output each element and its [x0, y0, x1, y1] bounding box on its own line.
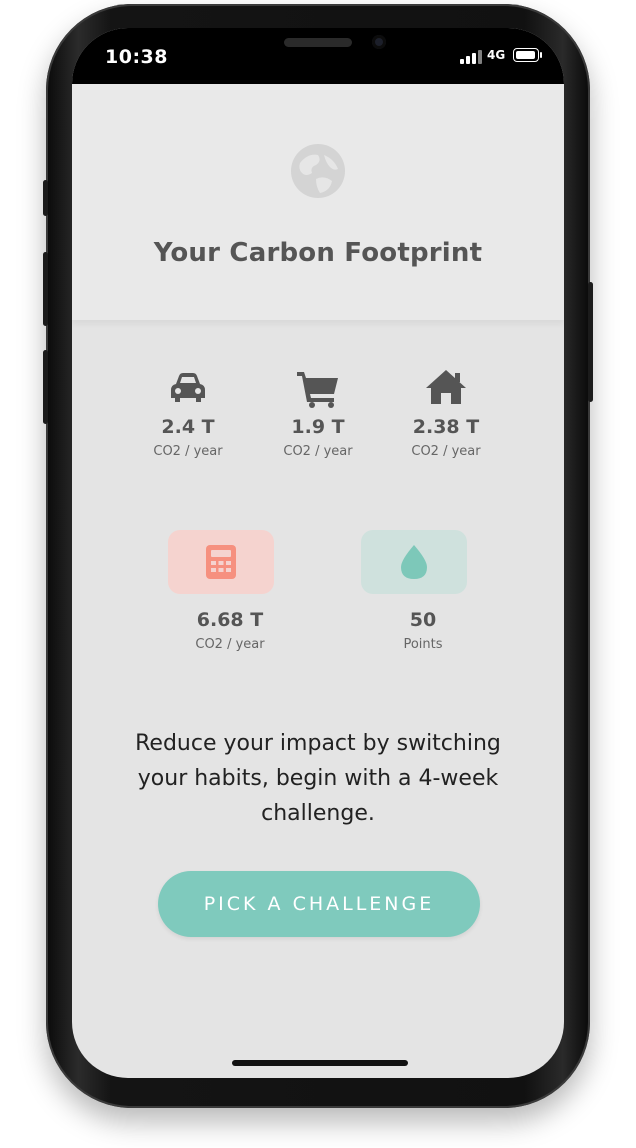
- stat-value: 2.38 T: [412, 416, 480, 438]
- total-points: 50 Points: [348, 609, 498, 652]
- globe-icon: [291, 144, 345, 198]
- total-unit: Points: [403, 637, 443, 652]
- water-drop-icon: [401, 545, 427, 579]
- stat-value: 2.4 T: [161, 416, 215, 438]
- home-icon: [426, 370, 466, 404]
- stat-value: 1.9 T: [291, 416, 345, 438]
- front-camera: [372, 35, 386, 49]
- stat-unit: CO2 / year: [153, 444, 223, 459]
- cart-icon: [297, 372, 338, 408]
- volume-up-button: [43, 252, 48, 326]
- earpiece-speaker: [284, 38, 352, 47]
- home-indicator[interactable]: [232, 1060, 408, 1066]
- total-value: 50: [409, 609, 437, 631]
- car-icon: [171, 373, 205, 402]
- battery-icon: [513, 48, 542, 62]
- total-tile-calculator: [168, 530, 274, 594]
- network-type: 4G: [487, 48, 506, 62]
- power-button: [588, 282, 593, 402]
- pick-challenge-button[interactable]: PICK A CHALLENGE: [158, 871, 480, 937]
- volume-down-button: [43, 350, 48, 424]
- challenge-message: Reduce your impact by switching your hab…: [135, 731, 501, 826]
- total-value: 6.68 T: [196, 609, 264, 631]
- signal-icon: [460, 50, 482, 64]
- status-time: 10:38: [105, 46, 168, 68]
- mute-switch: [43, 180, 48, 216]
- screen: 10:38 4G Your Carbon Footprint 2.4 T CO2…: [72, 28, 564, 1078]
- stat-home: 2.38 T CO2 / year: [381, 368, 511, 459]
- stat-shopping: 1.9 T CO2 / year: [253, 370, 383, 459]
- header: Your Carbon Footprint: [72, 84, 564, 320]
- total-tile-points: [361, 530, 467, 594]
- status-bar: 10:38 4G: [72, 28, 564, 84]
- page-title: Your Carbon Footprint: [153, 238, 483, 268]
- total-unit: CO2 / year: [195, 637, 265, 652]
- stage: 10:38 4G Your Carbon Footprint 2.4 T CO2…: [0, 0, 636, 1148]
- total-co2: 6.68 T CO2 / year: [155, 609, 305, 652]
- stat-unit: CO2 / year: [411, 444, 481, 459]
- stat-unit: CO2 / year: [283, 444, 353, 459]
- calculator-icon: [206, 545, 236, 579]
- stat-transport: 2.4 T CO2 / year: [123, 370, 253, 459]
